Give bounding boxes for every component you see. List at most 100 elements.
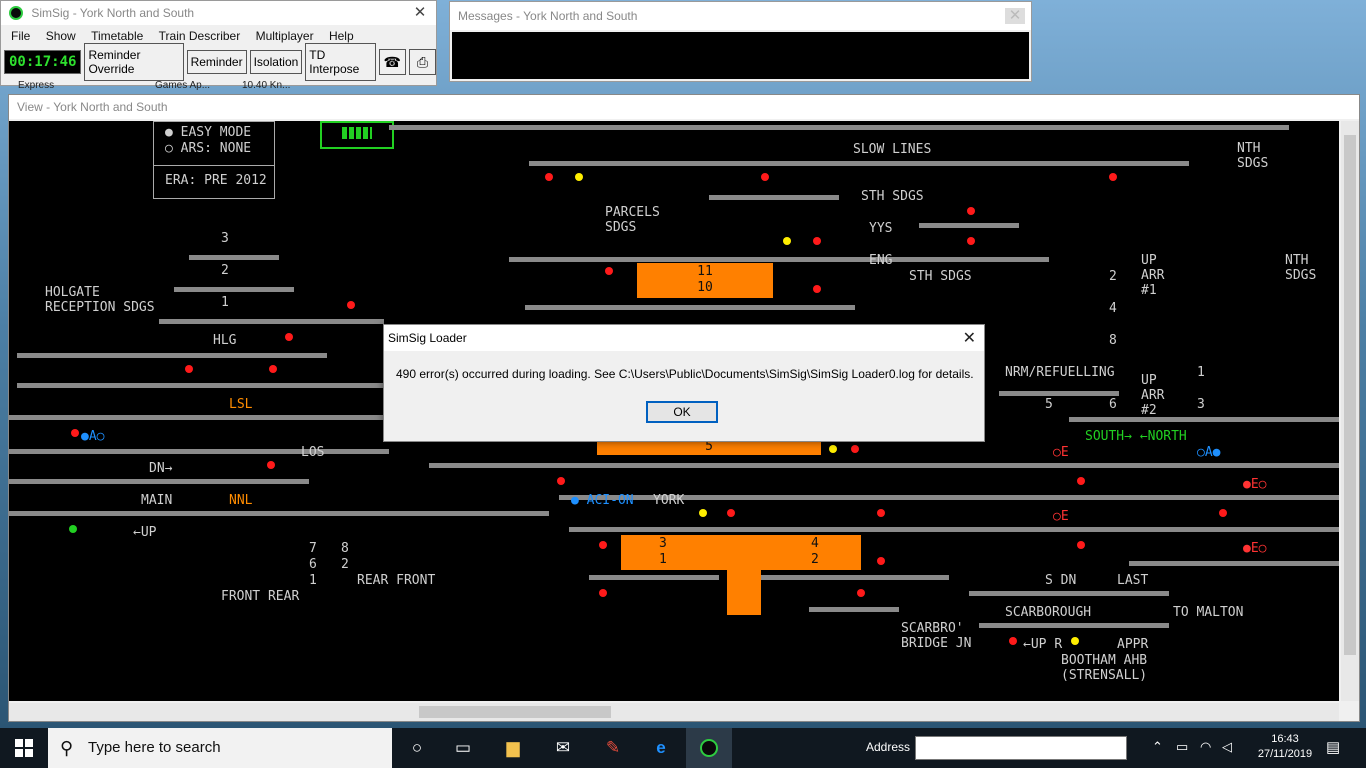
plat-6-label: 6 [309, 557, 317, 572]
volume-icon[interactable]: ◁ [1222, 739, 1232, 755]
ok-button[interactable]: OK [646, 401, 718, 423]
signal[interactable] [605, 267, 613, 275]
slow-lines-label: SLOW LINES [853, 142, 932, 157]
task-view-icon[interactable]: ▭ [440, 728, 486, 768]
signal[interactable] [1219, 509, 1227, 517]
notifications-icon[interactable]: ▤ [1326, 738, 1340, 756]
signal[interactable] [851, 445, 859, 453]
horizontal-scroll-thumb[interactable] [419, 706, 611, 718]
signal[interactable] [829, 445, 837, 453]
berth-1: 1 [659, 552, 667, 567]
view-titlebar[interactable]: View - York North and South [9, 95, 1359, 119]
signal[interactable] [599, 541, 607, 549]
signal[interactable] [727, 509, 735, 517]
signal[interactable] [967, 207, 975, 215]
messages-list[interactable] [452, 32, 1029, 79]
signal[interactable] [185, 365, 193, 373]
track-holgate-3 [189, 255, 279, 260]
berth-platform-11-10[interactable]: 11 10 [637, 263, 773, 298]
simsig-taskbar-icon[interactable] [686, 728, 732, 768]
signal[interactable] [575, 173, 583, 181]
close-icon[interactable]: ✕ [410, 1, 430, 25]
windows-start-icon[interactable] [0, 728, 48, 768]
menu-file[interactable]: File [11, 29, 30, 43]
file-explorer-icon[interactable]: ▆ [490, 728, 536, 768]
signal[interactable] [545, 173, 553, 181]
signal[interactable] [761, 173, 769, 181]
td-interpose-button[interactable]: TD Interpose [305, 43, 376, 81]
telephone-icon[interactable]: ☎ [378, 49, 406, 75]
cortana-icon[interactable]: ○ [394, 728, 440, 768]
signal[interactable] [877, 557, 885, 565]
signal[interactable] [1077, 477, 1085, 485]
berth-platform-3-4[interactable]: 3 4 1 2 [621, 535, 861, 570]
close-icon[interactable]: ✕ [1005, 8, 1025, 24]
track-sth-sdgs [709, 195, 839, 200]
vertical-scrollbar[interactable] [1341, 121, 1359, 701]
sth-sdgs-label: STH SDGS [909, 269, 972, 284]
status-indicator-bars [342, 127, 372, 139]
address-input[interactable] [915, 736, 1127, 760]
bootham-label: BOOTHAM AHB (STRENSALL) [1061, 653, 1148, 683]
menu-train-describer[interactable]: Train Describer [159, 29, 241, 43]
sim-clock[interactable]: 00:17:46 [4, 50, 82, 74]
reminder-override-button[interactable]: Reminder Override [84, 43, 184, 81]
signal[interactable] [1009, 637, 1017, 645]
signal[interactable] [1077, 541, 1085, 549]
chevron-up-icon[interactable]: ⌃ [1152, 739, 1163, 755]
signal[interactable] [71, 429, 79, 437]
signal[interactable] [813, 285, 821, 293]
signal[interactable] [599, 589, 607, 597]
menu-help[interactable]: Help [329, 29, 354, 43]
taskbar-search[interactable]: ⚲ Type here to search [48, 728, 392, 768]
menu-show[interactable]: Show [46, 29, 76, 43]
isolation-button[interactable]: Isolation [249, 50, 303, 74]
view-window-title: View - York North and South [17, 100, 168, 114]
printer-icon[interactable]: ⎙ [408, 49, 436, 75]
close-icon[interactable]: ✕ [963, 328, 976, 348]
vertical-scroll-thumb[interactable] [1344, 135, 1356, 655]
dn-text: DN [149, 461, 165, 476]
reminder-button[interactable]: Reminder [186, 50, 247, 74]
signal[interactable] [347, 301, 355, 309]
main-titlebar[interactable]: SimSig - York North and South ✕ [1, 1, 436, 25]
menu-multiplayer[interactable]: Multiplayer [256, 29, 314, 43]
signal[interactable] [813, 237, 821, 245]
edge-icon[interactable]: e [638, 728, 684, 768]
paint-icon[interactable]: ✎ [590, 728, 636, 768]
signal[interactable] [699, 509, 707, 517]
menu-timetable[interactable]: Timetable [91, 29, 143, 43]
signal[interactable] [269, 365, 277, 373]
e-text: E [1250, 477, 1259, 492]
signal[interactable] [1109, 173, 1117, 181]
e-indicator-3: ○E [1053, 509, 1069, 524]
signal[interactable] [967, 237, 975, 245]
e-indicator: ●E○ [1243, 477, 1267, 492]
signal[interactable] [557, 477, 565, 485]
scarbro-bridge-label: SCARBRO' BRIDGE JN [901, 621, 972, 651]
clock[interactable]: 16:43 27/11/2019 [1256, 732, 1314, 762]
signal[interactable] [285, 333, 293, 341]
signal[interactable] [877, 509, 885, 517]
mail-icon[interactable]: ✉ [540, 728, 586, 768]
messages-titlebar[interactable]: Messages - York North and South ✕ [450, 2, 1031, 30]
battery-icon[interactable]: ▭ [1176, 739, 1188, 755]
simsig-app-icon [9, 6, 23, 20]
simsig-app-icon [700, 739, 718, 757]
signal[interactable] [69, 525, 77, 533]
track-up-side [319, 511, 549, 516]
horizontal-scrollbar[interactable] [9, 703, 1339, 721]
signal[interactable] [783, 237, 791, 245]
signal[interactable] [1071, 637, 1079, 645]
signal[interactable] [857, 589, 865, 597]
south-north-label: SOUTH→ ←NORTH [1085, 429, 1187, 444]
signal[interactable] [267, 461, 275, 469]
scarborough-label: SCARBOROUGH [1005, 605, 1092, 620]
plat-2-label: 2 [341, 557, 349, 572]
wifi-icon[interactable]: ◠ [1200, 739, 1211, 755]
date-text: 27/11/2019 [1257, 748, 1313, 760]
plat-7-label: 7 [309, 541, 317, 556]
messages-window-title: Messages - York North and South [458, 9, 638, 23]
track-hlg [17, 353, 327, 358]
road-r6-label: 6 [1109, 397, 1117, 412]
